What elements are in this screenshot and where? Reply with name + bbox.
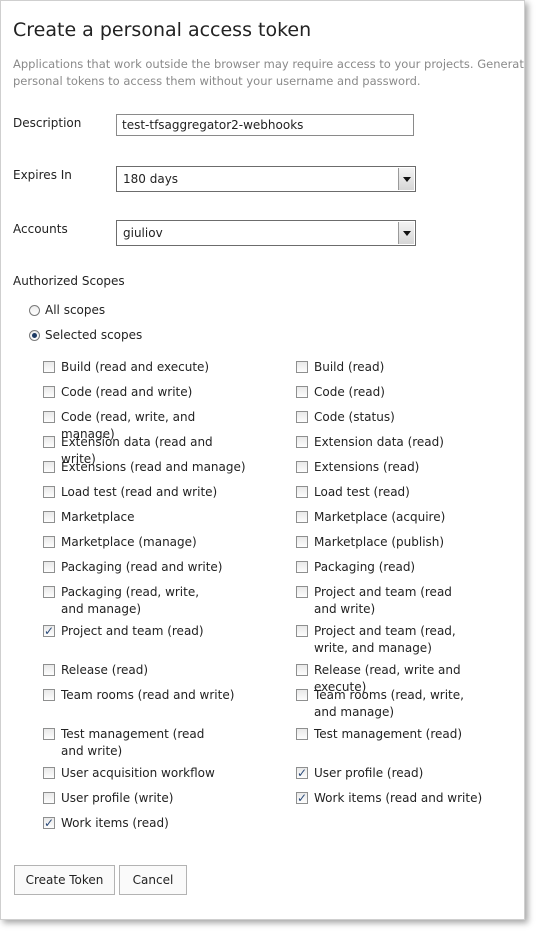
checkbox-icon[interactable] <box>296 536 308 548</box>
scope-label: Packaging (read) <box>314 560 416 574</box>
checkbox-icon[interactable] <box>296 511 308 523</box>
checkbox-icon[interactable] <box>43 767 55 779</box>
scope-label: Work items (read and write) <box>314 791 483 805</box>
scope-label: Packaging (read and write) <box>61 560 223 574</box>
scope-label: Build (read) <box>314 360 385 374</box>
chevron-down-icon <box>403 231 411 236</box>
checkbox-icon[interactable] <box>296 436 308 448</box>
scope-label: Test management (read and write) <box>61 727 205 758</box>
accounts-value: giuliov <box>123 226 163 240</box>
selected-scopes-radio[interactable]: Selected scopes <box>29 327 142 343</box>
scopes-heading: Authorized Scopes <box>13 274 125 288</box>
scope-label: Packaging (read, write, and manage) <box>61 585 200 616</box>
expires-select[interactable]: 180 days <box>116 166 416 192</box>
all-scopes-label: All scopes <box>45 303 106 317</box>
checkbox-icon[interactable] <box>296 689 308 701</box>
scope-label: Code (read) <box>314 385 385 399</box>
checkbox-icon[interactable] <box>296 561 308 573</box>
radio-button-checked-icon[interactable] <box>29 329 40 341</box>
all-scopes-radio[interactable]: All scopes <box>29 302 105 318</box>
checkbox-icon[interactable] <box>43 792 55 804</box>
checkbox-icon[interactable] <box>43 436 55 448</box>
checkbox-icon[interactable] <box>296 664 308 676</box>
checkbox-checked-icon[interactable] <box>296 765 308 782</box>
checkbox-icon[interactable] <box>296 411 308 423</box>
checkbox-icon[interactable] <box>296 586 308 598</box>
scope-label: Release (read) <box>61 663 149 677</box>
checkbox-icon[interactable] <box>43 728 55 740</box>
checkbox-icon[interactable] <box>296 625 308 637</box>
scope-label: Load test (read) <box>314 485 410 499</box>
checkbox-icon[interactable] <box>43 586 55 598</box>
scope-label: Extensions (read) <box>314 460 420 474</box>
checkbox-icon[interactable] <box>43 511 55 523</box>
page-subtitle: Applications that work outside the brows… <box>13 57 525 88</box>
radio-button-icon[interactable] <box>29 304 40 316</box>
scope-label: Code (status) <box>314 410 395 424</box>
checkbox-icon[interactable] <box>296 461 308 473</box>
scope-label: Marketplace (acquire) <box>314 510 446 524</box>
checkbox-icon[interactable] <box>43 664 55 676</box>
create-token-button[interactable]: Create Token <box>14 865 115 895</box>
scope-label: User profile (read) <box>314 766 424 780</box>
checkbox-icon[interactable] <box>43 361 55 373</box>
scope-label: Work items (read) <box>61 816 169 830</box>
checkbox-icon[interactable] <box>43 411 55 423</box>
checkbox-icon[interactable] <box>43 689 55 701</box>
checkbox-icon[interactable] <box>43 461 55 473</box>
description-label: Description <box>13 116 82 130</box>
scope-label: Project and team (read and write) <box>314 585 452 616</box>
checkbox-icon[interactable] <box>296 386 308 398</box>
scope-label: Load test (read and write) <box>61 485 218 499</box>
scope-label: Marketplace (publish) <box>314 535 445 549</box>
checkbox-checked-icon[interactable] <box>43 623 55 640</box>
scope-label: User profile (write) <box>61 791 174 805</box>
scope-label: Project and team (read) <box>61 624 204 638</box>
accounts-select[interactable]: giuliov <box>116 220 416 246</box>
scope-label: User acquisition workflow <box>61 766 215 780</box>
checkbox-icon[interactable] <box>43 536 55 548</box>
cancel-button[interactable]: Cancel <box>119 865 187 895</box>
checkbox-checked-icon[interactable] <box>43 815 55 832</box>
expires-dropdown-button[interactable] <box>398 168 414 190</box>
scope-label: Marketplace (manage) <box>61 535 197 549</box>
checkbox-icon[interactable] <box>43 561 55 573</box>
checkbox-icon[interactable] <box>43 486 55 498</box>
expires-value: 180 days <box>123 172 179 186</box>
token-dialog: Create a personal access token Applicati… <box>0 0 525 920</box>
checkbox-icon[interactable] <box>43 386 55 398</box>
checkbox-icon[interactable] <box>296 361 308 373</box>
accounts-label: Accounts <box>13 222 68 236</box>
scope-label: Code (read and write) <box>61 385 193 399</box>
selected-scopes-label: Selected scopes <box>45 328 143 342</box>
description-input[interactable] <box>116 114 414 136</box>
scope-label: Team rooms (read, write, and manage) <box>314 688 464 719</box>
accounts-dropdown-button[interactable] <box>398 222 414 244</box>
scope-label: Test management (read) <box>314 727 463 741</box>
page-title: Create a personal access token <box>13 19 312 41</box>
chevron-down-icon <box>403 177 411 182</box>
checkbox-icon[interactable] <box>296 728 308 740</box>
scope-label: Team rooms (read and write) <box>61 688 235 702</box>
scope-label: Project and team (read, write, and manag… <box>314 624 456 655</box>
expires-label: Expires In <box>13 168 72 182</box>
scope-label: Build (read and execute) <box>61 360 210 374</box>
scope-label: Extension data (read) <box>314 435 444 449</box>
checkbox-icon[interactable] <box>296 486 308 498</box>
scope-label: Marketplace <box>61 510 135 524</box>
checkbox-checked-icon[interactable] <box>296 790 308 807</box>
scope-label: Extensions (read and manage) <box>61 460 246 474</box>
